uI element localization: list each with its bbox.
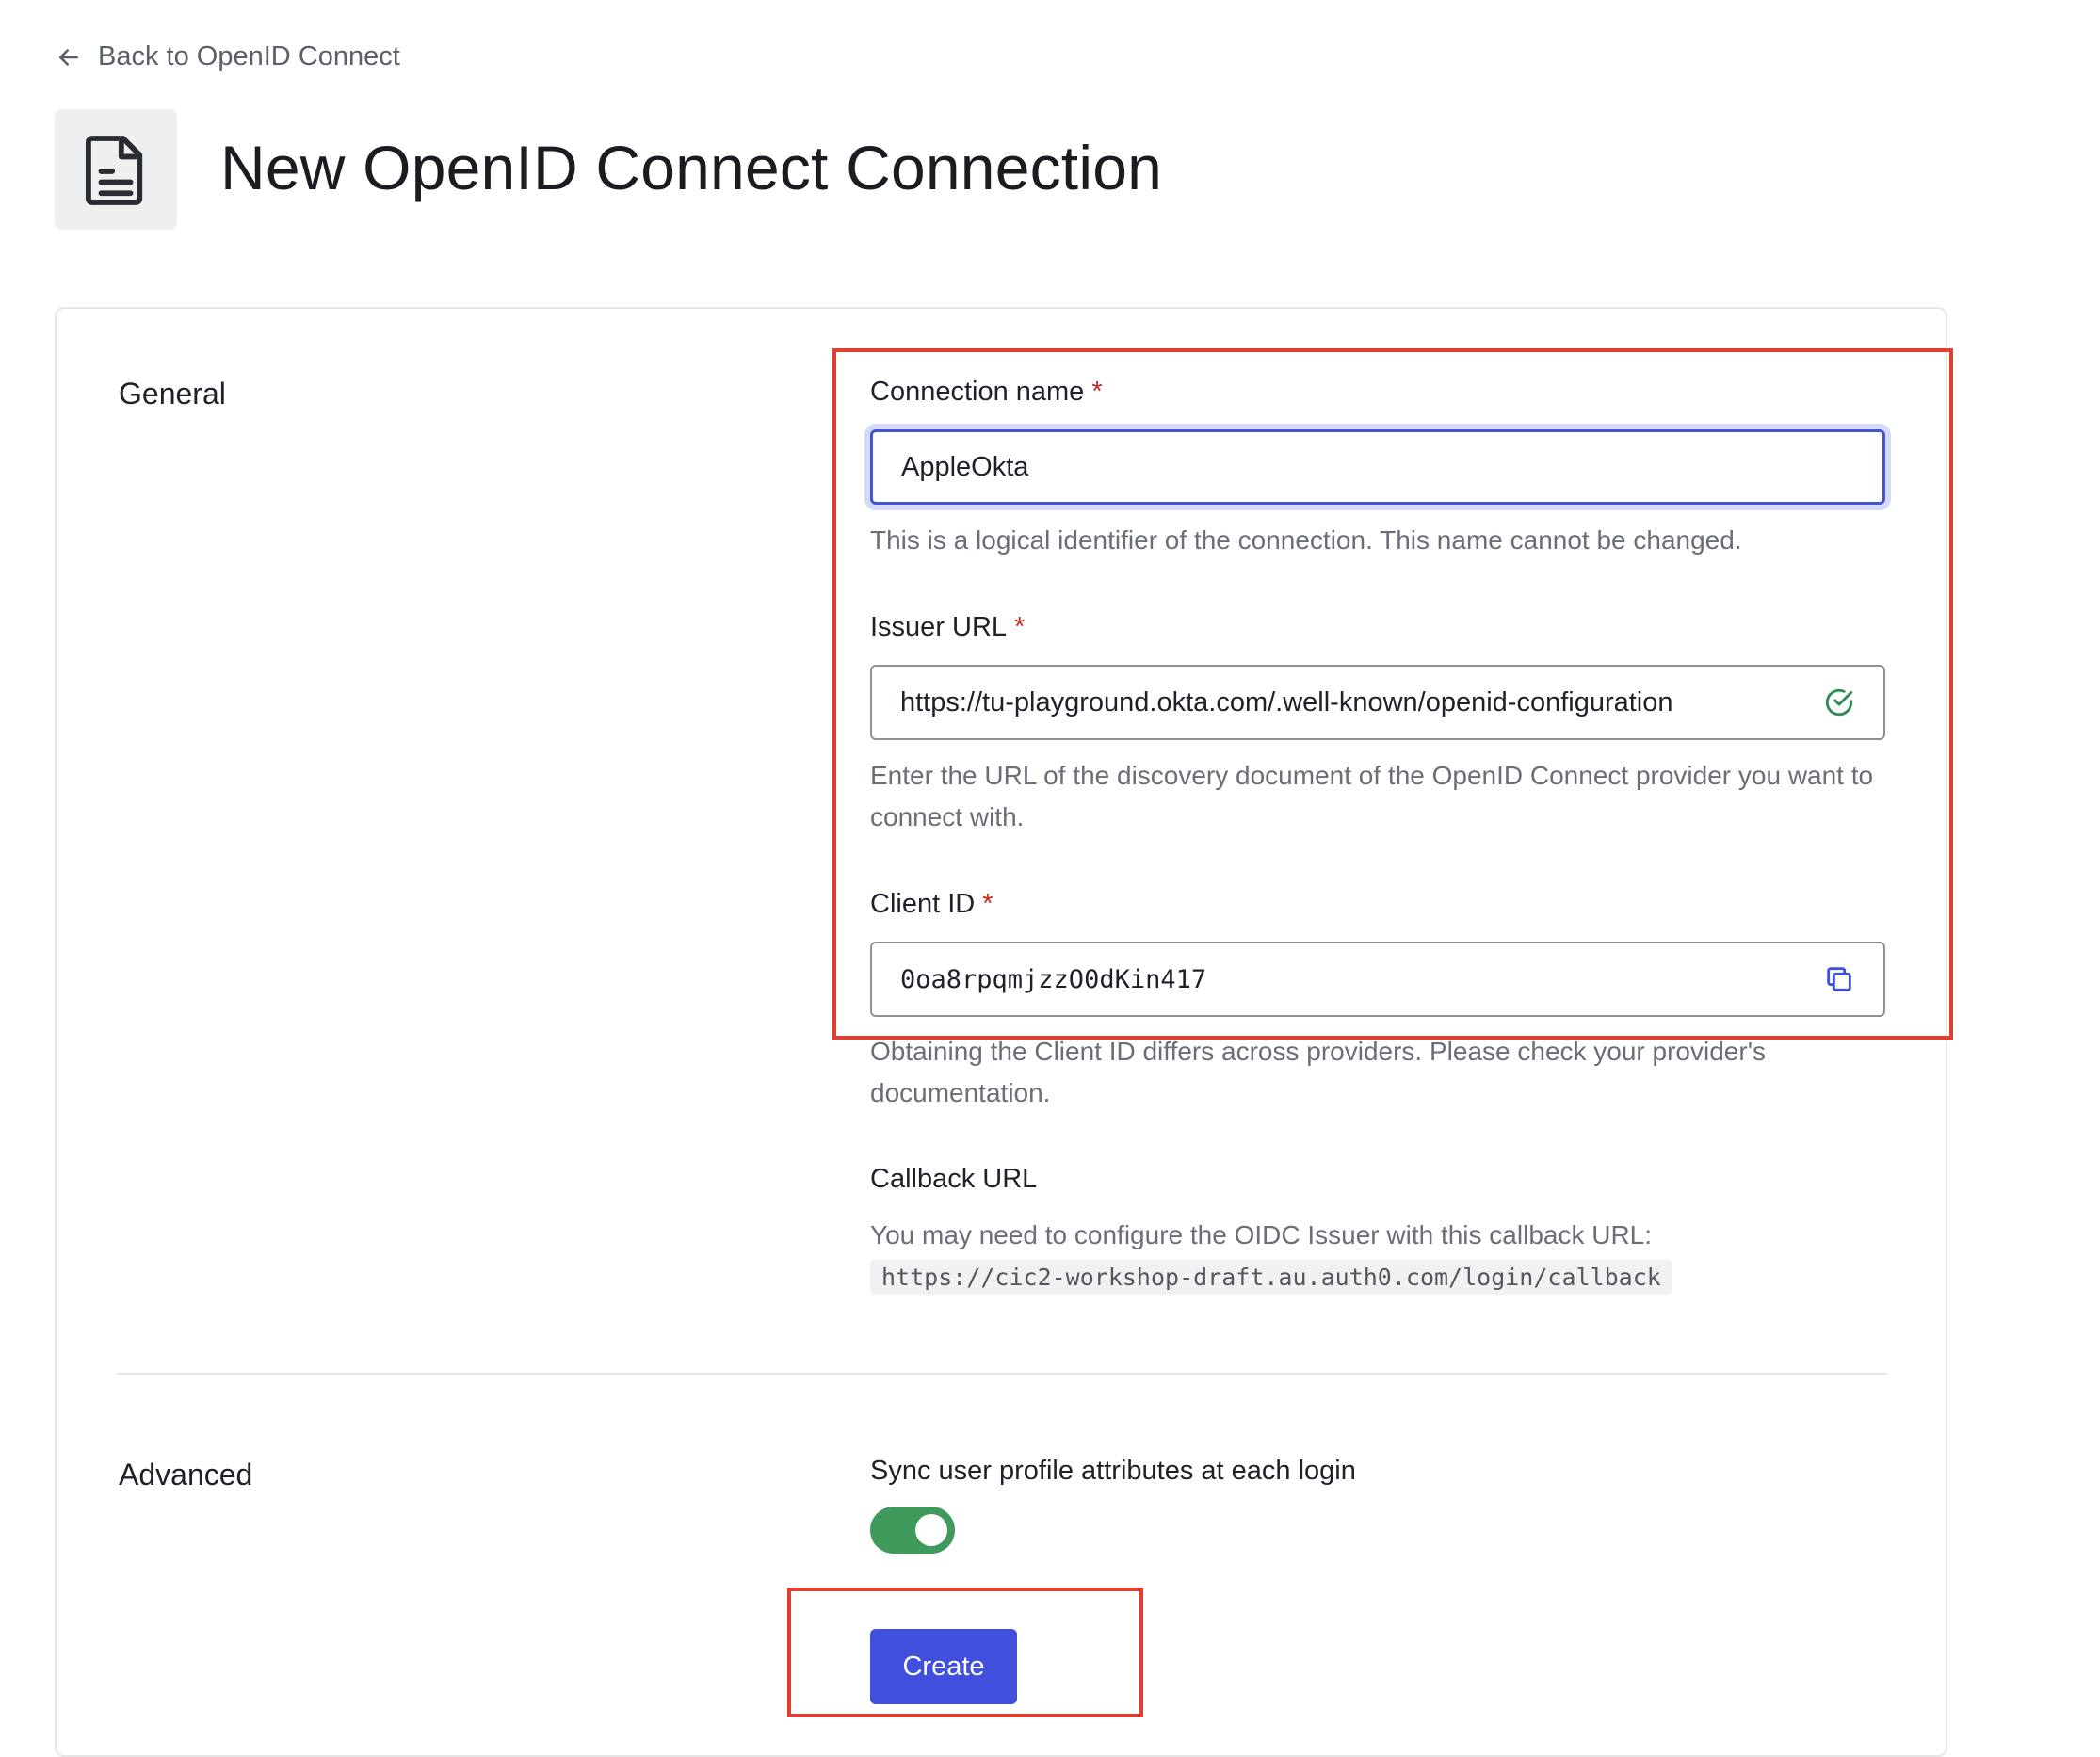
connection-name-input[interactable]: AppleOkta xyxy=(870,429,1885,505)
client-id-label: Client ID * xyxy=(870,889,993,920)
connection-name-help: This is a logical identifier of the conn… xyxy=(870,525,1742,555)
section-label-general: General xyxy=(119,377,226,411)
section-divider xyxy=(117,1373,1887,1375)
client-id-input[interactable]: 0oa8rpqmjzzO0dKin417 xyxy=(870,942,1885,1017)
back-link[interactable]: Back to OpenID Connect xyxy=(55,41,400,73)
arrow-left-icon xyxy=(59,48,78,66)
issuer-url-help: Enter the URL of the discovery document … xyxy=(870,761,1874,831)
issuer-url-label: Issuer URL * xyxy=(870,612,1025,643)
connection-name-label-text: Connection name xyxy=(870,377,1085,407)
issuer-url-label-text: Issuer URL xyxy=(870,612,1008,642)
sync-attributes-label: Sync user profile attributes at each log… xyxy=(870,1456,1356,1486)
callback-url-label: Callback URL xyxy=(870,1164,1038,1194)
client-id-label-text: Client ID xyxy=(870,889,976,919)
check-circle-icon xyxy=(1825,688,1853,717)
section-label-advanced: Advanced xyxy=(119,1458,253,1491)
issuer-url-value: https://tu-playground.okta.com/.well-kno… xyxy=(900,686,1673,717)
copy-icon[interactable] xyxy=(1823,963,1855,995)
page: Back to OpenID Connect New OpenID Connec… xyxy=(0,0,2100,1757)
connection-name-value: AppleOkta xyxy=(901,451,1029,482)
required-marker: * xyxy=(1014,612,1026,642)
client-id-value: 0oa8rpqmjzzO0dKin417 xyxy=(900,964,1207,994)
document-icon-tile xyxy=(55,109,177,230)
back-link-label: Back to OpenID Connect xyxy=(98,41,400,72)
callback-url-help: You may need to configure the OIDC Issue… xyxy=(870,1220,1653,1249)
create-button[interactable]: Create xyxy=(870,1629,1017,1704)
page-title: New OpenID Connect Connection xyxy=(220,133,1163,202)
toggle-knob xyxy=(915,1514,947,1546)
required-marker: * xyxy=(982,889,993,919)
issuer-url-input[interactable]: https://tu-playground.okta.com/.well-kno… xyxy=(870,665,1885,740)
connection-name-label: Connection name * xyxy=(870,377,1103,408)
client-id-help: Obtaining the Client ID differs across p… xyxy=(870,1037,1767,1107)
required-marker: * xyxy=(1091,377,1103,407)
document-icon xyxy=(85,136,143,205)
sync-attributes-toggle[interactable] xyxy=(870,1507,955,1554)
callback-url-code: https://cic2-workshop-draft.au.auth0.com… xyxy=(870,1260,1672,1295)
